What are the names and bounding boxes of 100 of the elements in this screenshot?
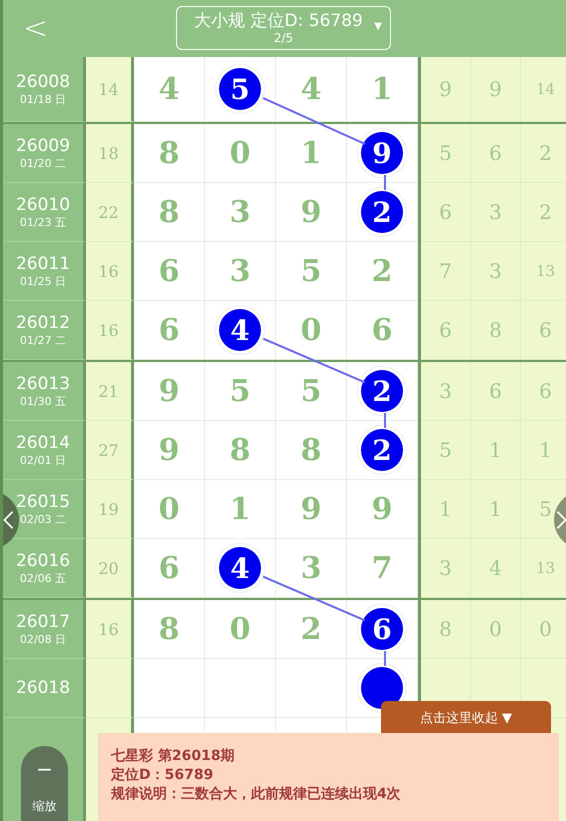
draw-date: 02/08 日 — [20, 632, 66, 646]
draw-date: 01/20 二 — [20, 156, 66, 170]
sum-value: 16 — [98, 320, 119, 340]
digit: 0 — [300, 312, 322, 348]
stat-value: 1 — [539, 438, 552, 462]
info-text: 定位D：56789 — [111, 766, 214, 785]
digit: 7 — [372, 550, 392, 586]
period-number: 26014 — [16, 432, 70, 452]
sum-value: 16 — [98, 262, 119, 280]
sum-value: 16 — [98, 620, 119, 638]
digit: 5 — [230, 374, 250, 408]
stat-value: 14 — [536, 80, 556, 98]
highlighted-digit: 6 — [361, 608, 403, 650]
highlighted-digit: 9 — [361, 132, 403, 174]
period-number: 26012 — [16, 312, 70, 332]
stat-value: 5 — [439, 141, 452, 165]
digit: 6 — [158, 254, 180, 288]
digit: 1 — [230, 492, 250, 526]
stat-value: 8 — [489, 318, 502, 342]
stat-value: 6 — [489, 379, 502, 403]
digit: 6 — [372, 312, 392, 348]
stat-value: 3 — [439, 556, 452, 580]
period-number: 26008 — [16, 72, 70, 92]
selector-title: 大小规 定位D: 56789 — [194, 11, 363, 31]
digit: 3 — [230, 194, 250, 230]
stat-value: 6 — [539, 318, 552, 342]
stat-value: 13 — [536, 262, 556, 280]
chevron-left-icon — [3, 509, 14, 531]
info-text: 规律说明：三数合大，此前规律已连续出现4次 — [111, 785, 402, 804]
stat-value: 6 — [489, 141, 502, 165]
digit: 1 — [300, 136, 322, 170]
digit: 1 — [372, 72, 392, 106]
sum-value: 14 — [98, 80, 119, 98]
digit: 8 — [158, 194, 180, 230]
draw-date: 01/23 五 — [20, 214, 66, 230]
period-number: 26011 — [16, 254, 70, 274]
digit: 5 — [300, 374, 322, 408]
period-number: 26009 — [16, 136, 70, 156]
stat-value: 6 — [539, 379, 552, 403]
stat-value: 2 — [539, 141, 552, 165]
stat-value: 2 — [539, 200, 552, 224]
digit: 9 — [372, 492, 392, 526]
digit: 0 — [230, 612, 250, 646]
draw-date: 02/03 二 — [20, 512, 66, 526]
stat-value: 3 — [489, 259, 502, 283]
stat-value: 1 — [489, 497, 502, 521]
stat-value: 0 — [489, 617, 502, 641]
digit: 3 — [230, 254, 250, 288]
draw-date: 01/30 五 — [20, 394, 66, 408]
stat-value: 3 — [489, 200, 502, 224]
draw-date: 01/25 日 — [20, 274, 66, 288]
digit: 8 — [158, 136, 180, 170]
stat-value: 1 — [489, 438, 502, 462]
draw-date: 02/01 日 — [20, 452, 66, 468]
digit: 6 — [158, 550, 180, 586]
digit: 8 — [230, 432, 250, 468]
digit: 8 — [300, 432, 322, 468]
highlighted-digit: 2 — [361, 191, 403, 233]
highlighted-digit: 5 — [219, 68, 261, 110]
connector-line — [384, 175, 386, 190]
sum-value: 20 — [98, 558, 119, 578]
stat-value: 1 — [439, 497, 452, 521]
highlighted-digit: 4 — [219, 309, 261, 351]
period-number: 26015 — [16, 492, 70, 512]
digit: 9 — [158, 432, 180, 468]
digit: 8 — [158, 612, 180, 646]
connector-line — [384, 651, 386, 666]
stat-value: 4 — [489, 556, 502, 580]
page-indicator: 2/5 — [274, 31, 294, 45]
stat-value: 13 — [536, 559, 556, 577]
sum-value: 21 — [98, 382, 119, 400]
digit: 0 — [230, 136, 250, 170]
sum-value: 27 — [98, 440, 119, 460]
stat-value: 3 — [439, 379, 452, 403]
stat-value: 6 — [439, 318, 452, 342]
period-number: 26010 — [16, 194, 70, 214]
draw-date: 01/27 二 — [20, 332, 66, 348]
stat-value: 9 — [439, 77, 452, 101]
sum-value: 19 — [98, 500, 119, 518]
zoom-button[interactable]: − 缩放 — [21, 746, 68, 821]
stat-value: 5 — [539, 497, 552, 521]
digit: 9 — [300, 492, 322, 526]
period-number: 26016 — [16, 550, 70, 570]
stat-value: 9 — [489, 77, 502, 101]
chevron-right-icon — [556, 509, 566, 531]
connector-line — [384, 413, 386, 428]
sum-value: 22 — [98, 202, 119, 222]
draw-date: 01/18 日 — [20, 92, 66, 106]
period-number: 26017 — [16, 612, 70, 632]
period-number: 26013 — [16, 374, 70, 394]
digit: 9 — [158, 374, 180, 408]
digit: 4 — [300, 72, 322, 106]
digit: 0 — [158, 492, 180, 526]
highlighted-digit: 4 — [219, 547, 261, 589]
digit: 6 — [158, 312, 180, 348]
digit: 9 — [300, 194, 322, 230]
digit: 4 — [158, 72, 180, 106]
info-text: 七星彩 第26018期 — [111, 747, 236, 766]
period-number: 26018 — [16, 678, 70, 698]
collapse-button[interactable]: 点击这里收起 ▼ — [381, 701, 551, 734]
